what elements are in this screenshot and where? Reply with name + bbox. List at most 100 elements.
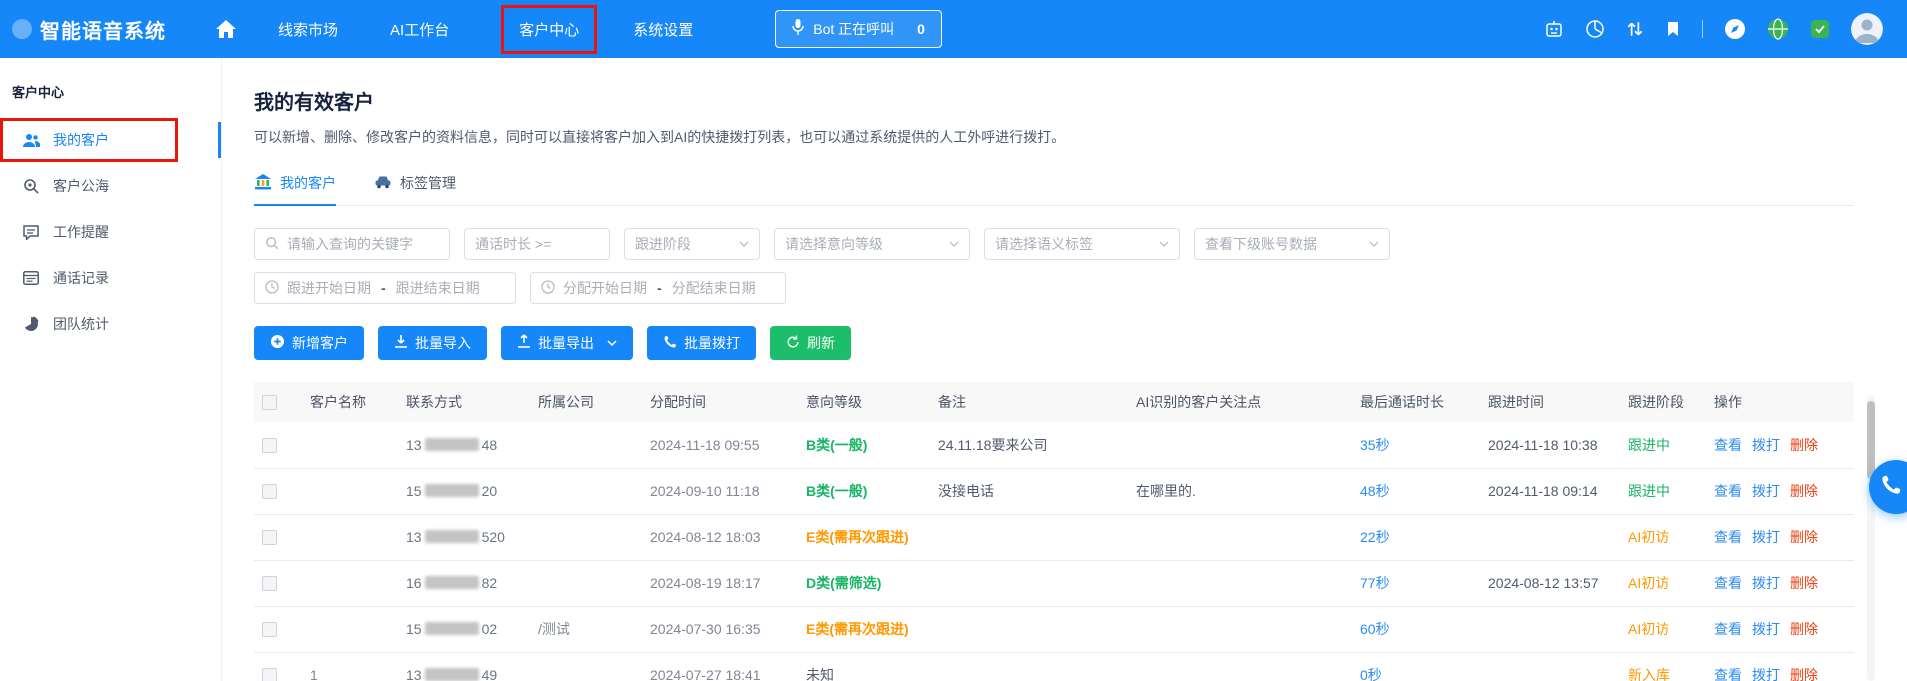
- view-link[interactable]: 查看: [1714, 575, 1742, 591]
- intent-level-select[interactable]: 请选择意向等级: [774, 228, 970, 260]
- batch-export-button[interactable]: 批量导出: [501, 326, 633, 360]
- select-placeholder: 跟进阶段: [635, 234, 691, 254]
- keyword-search-field[interactable]: [254, 228, 450, 260]
- sidebar-item-customer-pool[interactable]: 客户公海: [0, 163, 221, 209]
- col-operations: 操作: [1706, 382, 1854, 422]
- dial-link[interactable]: 拨打: [1752, 575, 1780, 591]
- view-link[interactable]: 查看: [1714, 437, 1742, 453]
- tab-my-customers[interactable]: 我的客户: [254, 173, 336, 205]
- scrollbar-thumb[interactable]: [1867, 401, 1875, 479]
- cell-intent-level: B类(一般): [798, 468, 930, 514]
- row-checkbox[interactable]: [262, 484, 277, 499]
- delete-link[interactable]: 删除: [1790, 575, 1818, 591]
- follow-stage-select[interactable]: 跟进阶段: [624, 228, 760, 260]
- cell-assign-time: 2024-07-27 18:41: [642, 652, 798, 681]
- redacted-digits: [425, 438, 479, 451]
- vertical-scrollbar[interactable]: [1867, 395, 1875, 681]
- cell-follow-stage: 跟进中: [1620, 468, 1706, 514]
- duration-link[interactable]: 0秒: [1360, 667, 1382, 681]
- delete-link[interactable]: 删除: [1790, 667, 1818, 681]
- select-placeholder: 查看下级账号数据: [1205, 234, 1317, 254]
- pie-icon[interactable]: [1585, 19, 1605, 39]
- dial-link[interactable]: 拨打: [1752, 437, 1780, 453]
- nav-item-leads-market[interactable]: 线索市场: [278, 19, 338, 40]
- cell-operations: 查看拨打删除: [1706, 422, 1854, 468]
- table-row: 135202024-08-12 18:03E类(需再次跟进)22秒AI初访查看拨…: [254, 514, 1854, 560]
- col-customer-name: 客户名称: [302, 382, 398, 422]
- subaccount-data-select[interactable]: 查看下级账号数据: [1194, 228, 1390, 260]
- duration-link[interactable]: 48秒: [1360, 483, 1390, 499]
- sidebar-item-call-records[interactable]: 通话记录: [0, 255, 221, 301]
- export-icon: [517, 334, 531, 352]
- col-intent-level: 意向等级: [798, 382, 930, 422]
- range-start-placeholder: 跟进开始日期: [287, 278, 371, 298]
- view-link[interactable]: 查看: [1714, 667, 1742, 681]
- call-duration-input[interactable]: [475, 236, 599, 252]
- tab-label: 我的客户: [280, 173, 336, 193]
- cell-operations: 查看拨打删除: [1706, 606, 1854, 652]
- select-all-checkbox[interactable]: [262, 395, 277, 410]
- batch-import-button[interactable]: 批量导入: [378, 326, 487, 360]
- my-customers-tab-icon: [254, 174, 272, 193]
- delete-link[interactable]: 删除: [1790, 483, 1818, 499]
- redacted-digits: [425, 576, 479, 589]
- dial-link[interactable]: 拨打: [1752, 667, 1780, 681]
- delete-link[interactable]: 删除: [1790, 621, 1818, 637]
- sidebar-item-team-stats[interactable]: 团队统计: [0, 301, 221, 347]
- cell-note: [930, 560, 1128, 606]
- home-icon[interactable]: [216, 20, 236, 38]
- keyword-search-input[interactable]: [287, 236, 439, 252]
- sidebar-item-label: 团队统计: [53, 314, 109, 334]
- robot-icon[interactable]: [1544, 19, 1564, 39]
- view-link[interactable]: 查看: [1714, 483, 1742, 499]
- cell-customer-name: [302, 422, 398, 468]
- follow-date-range-picker[interactable]: 跟进开始日期 - 跟进结束日期: [254, 272, 516, 304]
- col-assign-time: 分配时间: [642, 382, 798, 422]
- delete-link[interactable]: 删除: [1790, 529, 1818, 545]
- view-link[interactable]: 查看: [1714, 621, 1742, 637]
- dial-link[interactable]: 拨打: [1752, 483, 1780, 499]
- row-checkbox[interactable]: [262, 622, 277, 637]
- globe-icon[interactable]: [1767, 18, 1789, 40]
- cell-last-call-duration: 48秒: [1352, 468, 1480, 514]
- chevron-down-icon: [739, 241, 749, 247]
- transfer-icon[interactable]: [1626, 20, 1644, 38]
- compass-icon[interactable]: [1724, 18, 1746, 40]
- app-logo-icon: [12, 19, 32, 39]
- action-button-row: 新增客户 批量导入 批量导出 批量拨: [254, 326, 1907, 360]
- call-duration-field[interactable]: [464, 228, 610, 260]
- screenshot-icon[interactable]: [1810, 19, 1830, 39]
- delete-link[interactable]: 删除: [1790, 437, 1818, 453]
- row-checkbox[interactable]: [262, 438, 277, 453]
- duration-link[interactable]: 22秒: [1360, 529, 1390, 545]
- sidebar-item-my-customers[interactable]: 我的客户: [0, 117, 221, 163]
- button-label: 批量导出: [538, 333, 594, 353]
- app-root: 智能语音系统 线索市场 AI工作台 客户中心 系统设置 Bot 正在呼叫 0: [0, 0, 1907, 681]
- row-checkbox[interactable]: [262, 668, 277, 681]
- sidebar-item-work-reminder[interactable]: 工作提醒: [0, 209, 221, 255]
- refresh-button[interactable]: 刷新: [770, 326, 851, 360]
- nav-item-ai-workbench[interactable]: AI工作台: [390, 19, 449, 40]
- cell-assign-time: 2024-09-10 11:18: [642, 468, 798, 514]
- cell-contact: 1502: [398, 606, 530, 652]
- row-checkbox[interactable]: [262, 530, 277, 545]
- view-link[interactable]: 查看: [1714, 529, 1742, 545]
- duration-link[interactable]: 77秒: [1360, 575, 1390, 591]
- duration-link[interactable]: 60秒: [1360, 621, 1390, 637]
- dial-link[interactable]: 拨打: [1752, 529, 1780, 545]
- semantic-tag-select[interactable]: 请选择语义标签: [984, 228, 1180, 260]
- assign-date-range-picker[interactable]: 分配开始日期 - 分配结束日期: [530, 272, 786, 304]
- duration-link[interactable]: 35秒: [1360, 437, 1390, 453]
- batch-dial-button[interactable]: 批量拨打: [647, 326, 756, 360]
- bot-calling-button[interactable]: Bot 正在呼叫 0: [775, 10, 942, 48]
- nav-item-system-settings[interactable]: 系统设置: [633, 19, 693, 40]
- bookmark-icon[interactable]: [1665, 20, 1681, 38]
- user-avatar[interactable]: [1851, 13, 1883, 45]
- row-checkbox[interactable]: [262, 576, 277, 591]
- chevron-down-icon: [1369, 241, 1379, 247]
- cell-ai-focus: 在哪里的.: [1128, 468, 1352, 514]
- add-customer-button[interactable]: 新增客户: [254, 326, 364, 360]
- tab-tag-management[interactable]: 标签管理: [374, 173, 456, 205]
- dial-link[interactable]: 拨打: [1752, 621, 1780, 637]
- nav-item-customer-center[interactable]: 客户中心: [519, 19, 579, 40]
